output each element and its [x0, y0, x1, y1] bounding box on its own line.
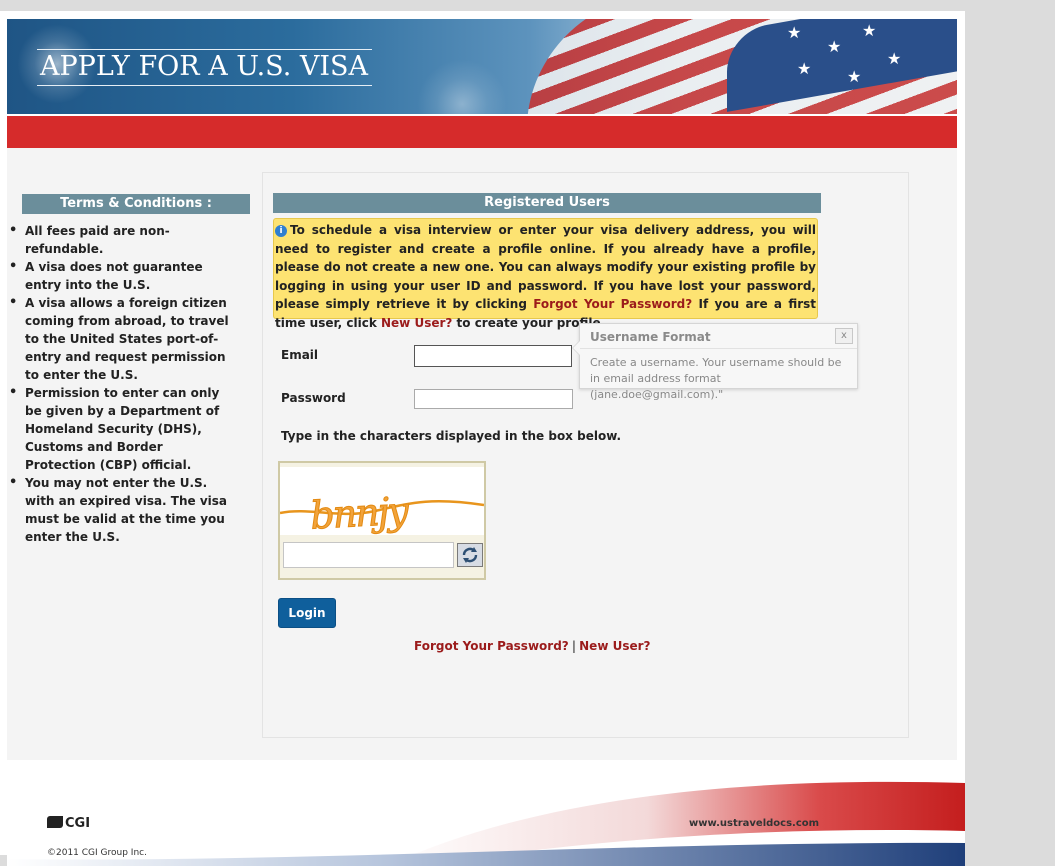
terms-heading: Terms & Conditions : [22, 194, 250, 214]
email-label: Email [281, 348, 319, 362]
new-user-link[interactable]: New User? [579, 639, 650, 653]
captcha-box: bnnjy [278, 461, 486, 580]
site-url: www.ustraveldocs.com [689, 818, 820, 829]
info-icon: i [275, 225, 287, 237]
registered-users-heading: Registered Users [273, 193, 821, 213]
terms-item: Permission to enter can only be given by… [9, 384, 234, 474]
star-icon: ★ [827, 37, 842, 56]
captcha-input[interactable] [283, 542, 454, 568]
password-label: Password [281, 391, 346, 405]
terms-item: A visa allows a foreign citizen coming f… [9, 294, 234, 384]
page: ★ ★ ★ ★ ★ ★ APPLY FOR A U.S. VISA Terms … [0, 11, 965, 866]
password-input[interactable] [414, 389, 573, 409]
login-button[interactable]: Login [278, 598, 336, 628]
cgi-logo: CGI [47, 816, 90, 831]
tooltip-title: Username Format [590, 330, 711, 344]
username-format-tooltip: Username Format x Create a username. You… [572, 323, 858, 401]
link-separator: | [571, 639, 577, 653]
footer-wave-decoration [7, 781, 965, 866]
terms-item: A visa does not guarantee entry into the… [9, 258, 234, 294]
header-banner: ★ ★ ★ ★ ★ ★ APPLY FOR A U.S. VISA [7, 19, 957, 114]
title-rule-top [37, 49, 372, 50]
brand-name: CGI [65, 816, 91, 831]
terms-item: You may not enter the U.S. with an expir… [9, 474, 234, 546]
terms-list: All fees paid are non-refundable. A visa… [9, 222, 234, 546]
copyright: ©2011 CGI Group Inc. [47, 848, 147, 858]
forgot-password-inline-link[interactable]: Forgot Your Password? [533, 297, 692, 311]
info-notice: i To schedule a visa interview or enter y… [273, 218, 818, 330]
terms-item: All fees paid are non-refundable. [9, 222, 234, 258]
refresh-icon [462, 547, 478, 563]
cgi-logo-icon [47, 816, 63, 828]
email-input[interactable] [414, 345, 572, 367]
star-icon: ★ [797, 59, 812, 78]
fireworks-decoration [417, 59, 507, 114]
new-user-inline-link[interactable]: New User? [381, 316, 452, 330]
footer: CGI ©2011 CGI Group Inc. www.ustraveldoc… [7, 771, 965, 866]
star-icon: ★ [887, 49, 902, 68]
title-rule-bottom [37, 85, 372, 86]
main-content: Terms & Conditions : All fees paid are n… [7, 148, 957, 760]
red-band [7, 116, 957, 148]
top-bar [0, 0, 1055, 11]
refresh-captcha-button[interactable] [457, 543, 483, 567]
bottom-links: Forgot Your Password? | New User? [414, 639, 651, 653]
captcha-prompt: Type in the characters displayed in the … [281, 429, 622, 443]
forgot-password-link[interactable]: Forgot Your Password? [414, 639, 569, 653]
page-title: APPLY FOR A U.S. VISA [40, 51, 369, 82]
captcha-image: bnnjy [280, 467, 484, 535]
star-icon: ★ [787, 23, 802, 42]
tooltip-body: Create a username. Your username should … [590, 356, 842, 401]
star-icon: ★ [847, 67, 862, 86]
tooltip-divider [580, 348, 857, 349]
star-icon: ★ [862, 21, 877, 40]
login-panel: Registered Users i To schedule a visa int… [262, 172, 909, 738]
captcha-text: bnnjy [309, 489, 410, 535]
close-icon[interactable]: x [835, 328, 853, 344]
